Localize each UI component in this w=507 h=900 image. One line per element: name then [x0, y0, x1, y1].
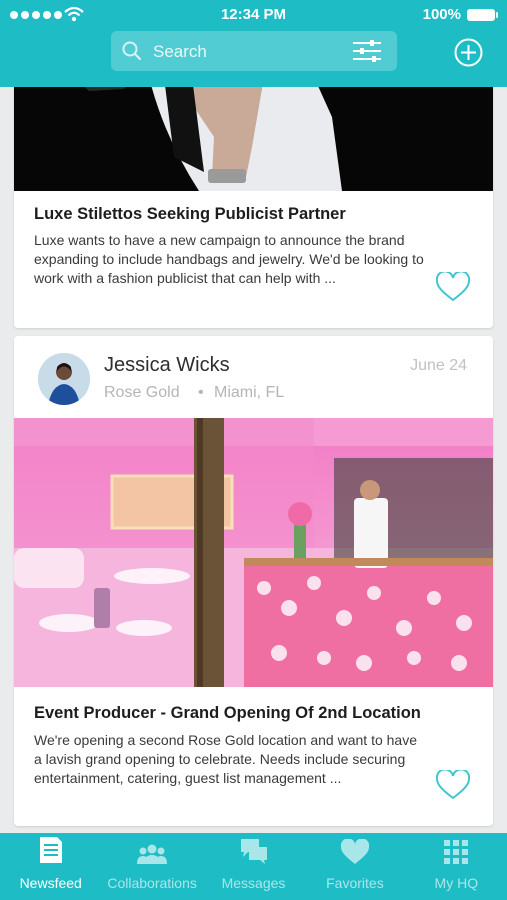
tab-favorites[interactable]: Favorites [304, 833, 405, 900]
post-description: We're opening a second Rose Gold locatio… [34, 732, 417, 786]
newsfeed-icon [39, 837, 62, 863]
tab-label: My HQ [434, 875, 479, 891]
post-date: June 24 [410, 357, 467, 374]
meta-separator: • [198, 384, 204, 401]
battery-percent: 100% [422, 6, 461, 23]
post-description: Luxe wants to have a new campaign to ann… [34, 232, 424, 286]
tab-label: Newsfeed [19, 875, 82, 891]
avatar[interactable] [38, 353, 90, 405]
tab-newsfeed[interactable]: Newsfeed [0, 833, 101, 900]
grid-icon [444, 840, 469, 864]
app-header: 12:34 PM 100% Search [0, 0, 507, 87]
tab-my-hq[interactable]: My HQ [406, 833, 507, 900]
tab-collaborations[interactable]: Collaborations [101, 833, 202, 900]
post-photo [14, 418, 493, 687]
search-input[interactable]: Search [111, 31, 397, 71]
search-icon [122, 41, 142, 61]
poster-company: Rose Gold [104, 384, 180, 401]
post-title[interactable]: Event Producer - Grand Opening Of 2nd Lo… [34, 704, 421, 723]
post-photo [14, 87, 493, 191]
newsfeed-list[interactable]: Luxe Stilettos Seeking Publicist Partner… [0, 87, 507, 833]
poster-location: Miami, FL [214, 384, 285, 401]
tab-label: Favorites [326, 875, 384, 891]
filter-icon[interactable] [351, 39, 383, 63]
status-bar: 12:34 PM 100% [0, 0, 507, 30]
tab-messages[interactable]: Messages [203, 833, 304, 900]
post-card[interactable]: Jessica Wicks Rose Gold • Miami, FL June… [14, 336, 493, 826]
favorites-icon [340, 839, 370, 864]
tab-label: Collaborations [107, 875, 197, 891]
poster-name[interactable]: Jessica Wicks [104, 354, 230, 377]
messages-icon [240, 839, 267, 864]
post-card[interactable]: Luxe Stilettos Seeking Publicist Partner… [14, 87, 493, 328]
search-placeholder: Search [153, 42, 207, 61]
favorite-heart-icon[interactable] [435, 272, 471, 302]
collaborations-icon [137, 844, 168, 864]
add-post-icon[interactable] [454, 38, 483, 67]
post-title[interactable]: Luxe Stilettos Seeking Publicist Partner [34, 205, 346, 224]
favorite-heart-icon[interactable] [435, 770, 471, 800]
battery-icon [467, 9, 498, 21]
tab-label: Messages [221, 875, 286, 891]
bottom-tab-bar: Newsfeed Collaborations Messages Favorit… [0, 833, 507, 900]
